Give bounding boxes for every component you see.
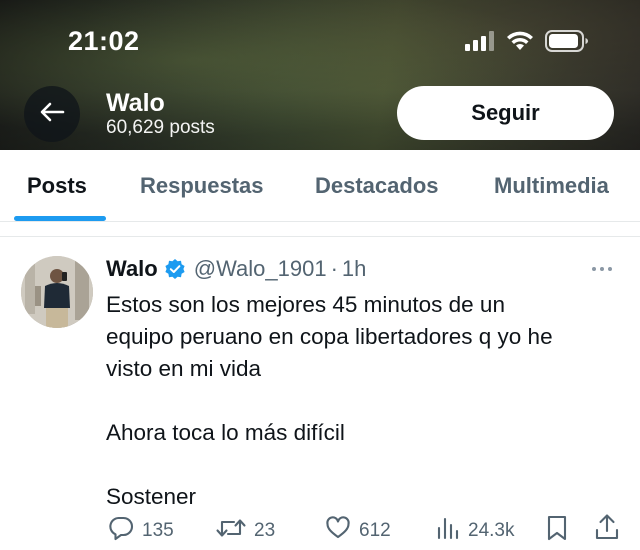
tweet-handle[interactable]: @Walo_1901 [194,256,327,282]
tweet[interactable]: Walo @Walo_1901 · 1h Estos son los mejor… [0,236,640,550]
reply-button[interactable]: 135 [108,515,174,547]
tweet-header: Walo @Walo_1901 · 1h [106,256,366,282]
separator-dot: · [330,256,338,281]
tweet-actions: 135 23 612 24.3k [0,514,640,548]
repost-icon [216,515,246,547]
bookmark-button[interactable] [546,514,568,548]
profile-tabs: Posts Respuestas Destacados Multimedia [0,150,640,222]
bookmark-icon [546,514,568,548]
reply-icon [108,515,134,547]
tweet-author-name[interactable]: Walo [106,256,158,282]
active-tab-indicator [14,216,106,221]
back-arrow-icon [39,101,65,128]
tab-respuestas[interactable]: Respuestas [140,173,264,199]
reply-count: 135 [142,520,174,541]
verified-badge-icon [164,258,186,280]
tweet-text-line: Estos son los mejores 45 minutos de un [106,292,505,317]
back-button[interactable] [24,86,80,142]
status-time: 21:02 [68,26,140,56]
battery-icon [545,30,589,57]
share-button[interactable] [594,513,620,547]
tab-multimedia[interactable]: Multimedia [494,173,609,199]
avatar[interactable] [21,256,93,328]
tab-destacados[interactable]: Destacados [315,173,439,199]
views-button[interactable]: 24.3k [436,515,514,547]
profile-name: Walo [106,89,165,117]
views-icon [436,515,460,547]
posts-count: 60,629 posts [106,117,215,138]
signal-icon [465,31,495,56]
repost-button[interactable]: 23 [216,515,275,547]
tweet-text-line: visto en mi vida [106,356,262,381]
share-icon [594,513,620,547]
status-icons [465,30,589,57]
like-icon [325,515,351,547]
tweet-text-line: Ahora toca lo más difícil [106,420,345,445]
like-count: 612 [359,520,391,541]
tweet-text: Estos son los mejores 45 minutos de un e… [106,289,626,513]
tab-posts[interactable]: Posts [27,173,87,199]
tweet-text-line: equipo peruano en copa libertadores q yo… [106,324,553,349]
repost-count: 23 [254,520,276,541]
follow-button[interactable]: Seguir [397,86,614,140]
more-icon[interactable] [592,267,612,271]
like-button[interactable]: 612 [325,515,391,547]
tweet-text-line: Sostener [106,484,197,509]
views-count: 24.3k [468,520,515,541]
wifi-icon [506,31,534,56]
tweet-time[interactable]: 1h [342,256,366,282]
profile-header: 21:02 Walo 60,629 posts Seguir [0,0,640,150]
